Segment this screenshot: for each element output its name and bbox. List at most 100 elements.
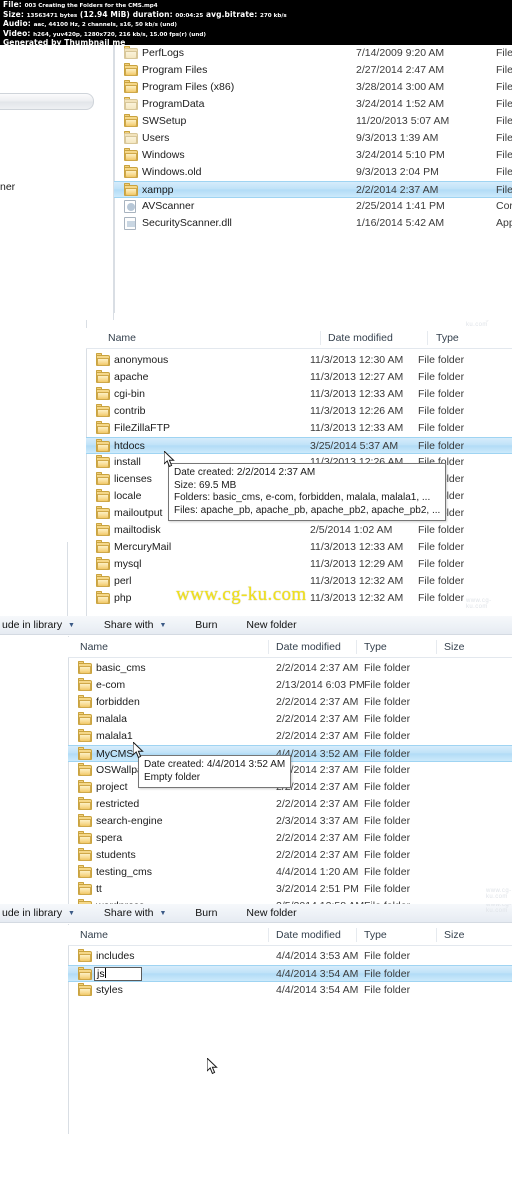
table-row[interactable]: mailtodisk 2/5/2014 1:02 AM File folder bbox=[86, 522, 512, 539]
table-row[interactable]: xampp 2/2/2014 2:37 AM File bbox=[114, 181, 512, 198]
table-row[interactable]: includes 4/4/2014 3:53 AM File folder bbox=[68, 948, 512, 965]
column-divider-1[interactable] bbox=[268, 928, 269, 942]
file-name-cell[interactable]: apache bbox=[114, 371, 148, 383]
file-name-cell[interactable]: includes bbox=[96, 950, 135, 962]
file-name-cell[interactable]: mysql bbox=[114, 558, 141, 570]
table-row[interactable]: students 2/2/2014 2:37 AM File folder bbox=[68, 847, 512, 864]
column-header-size[interactable]: Size bbox=[444, 641, 464, 653]
include-in-library-button[interactable]: ude in library ▼ bbox=[0, 907, 83, 919]
panel2-column-header[interactable]: Name Date modified Type bbox=[86, 328, 512, 349]
table-row[interactable]: tt 3/2/2014 2:51 PM File folder bbox=[68, 881, 512, 898]
file-name-cell[interactable]: Program Files bbox=[142, 64, 207, 76]
column-header-name[interactable]: Name bbox=[108, 332, 136, 344]
table-row[interactable]: testing_cms 4/4/2014 1:20 AM File folder bbox=[68, 864, 512, 881]
file-name-cell[interactable]: tt bbox=[96, 883, 102, 895]
table-row[interactable]: htdocs 3/25/2014 5:37 AM File folder bbox=[86, 437, 512, 454]
burn-button[interactable]: Burn bbox=[177, 619, 225, 631]
table-row[interactable]: forbidden 2/2/2014 2:37 AM File folder bbox=[68, 694, 512, 711]
file-name-cell[interactable]: spera bbox=[96, 832, 122, 844]
rename-input[interactable]: js bbox=[94, 967, 142, 981]
column-divider-3[interactable] bbox=[436, 928, 437, 942]
table-row[interactable]: SWSetup 11/20/2013 5:07 AM File bbox=[114, 113, 512, 130]
column-header-date-modified[interactable]: Date modified bbox=[328, 332, 393, 344]
share-with-button[interactable]: Share with ▼ bbox=[86, 907, 174, 919]
table-row[interactable]: malala 2/2/2014 2:37 AM File folder bbox=[68, 711, 512, 728]
file-name-cell[interactable]: cgi-bin bbox=[114, 388, 145, 400]
column-divider-2[interactable] bbox=[427, 331, 428, 345]
column-header-type[interactable]: Type bbox=[364, 641, 387, 653]
file-name-cell[interactable]: perl bbox=[114, 575, 132, 587]
table-row[interactable]: anonymous 11/3/2013 12:30 AM File folder bbox=[86, 352, 512, 369]
table-row[interactable]: Windows 3/24/2014 5:10 PM File bbox=[114, 147, 512, 164]
file-name-cell[interactable]: basic_cms bbox=[96, 662, 146, 674]
panel4-column-header[interactable]: Name Date modified Type Size bbox=[68, 925, 512, 946]
file-name-cell[interactable]: Program Files (x86) bbox=[142, 81, 234, 93]
file-name-cell[interactable]: contrib bbox=[114, 405, 146, 417]
table-row[interactable]: MercuryMail 11/3/2013 12:33 AM File folder bbox=[86, 539, 512, 556]
file-name-cell[interactable]: mailoutput bbox=[114, 507, 162, 519]
file-name-cell[interactable]: FileZillaFTP bbox=[114, 422, 170, 434]
table-row[interactable]: js 4/4/2014 3:54 AM File folder bbox=[68, 965, 512, 982]
table-row[interactable]: mysql 11/3/2013 12:29 AM File folder bbox=[86, 556, 512, 573]
include-in-library-button[interactable]: ude in library ▼ bbox=[0, 619, 83, 631]
table-row[interactable]: Users 9/3/2013 1:39 AM File bbox=[114, 130, 512, 147]
file-name-cell[interactable]: Windows bbox=[142, 149, 185, 161]
table-row[interactable]: contrib 11/3/2013 12:26 AM File folder bbox=[86, 403, 512, 420]
column-divider-1[interactable] bbox=[320, 331, 321, 345]
table-row[interactable]: Program Files 2/27/2014 2:47 AM File bbox=[114, 62, 512, 79]
file-name-cell[interactable]: xampp bbox=[142, 184, 174, 196]
table-row[interactable]: search-engine 2/3/2014 3:37 AM File folder bbox=[68, 813, 512, 830]
file-name-cell[interactable]: htdocs bbox=[114, 440, 145, 452]
file-name-cell[interactable]: SecurityScanner.dll bbox=[142, 217, 232, 229]
file-name-cell[interactable]: Windows.old bbox=[142, 166, 202, 178]
new-folder-button[interactable]: New folder bbox=[228, 907, 304, 919]
file-name-cell[interactable]: locale bbox=[114, 490, 141, 502]
file-name-cell[interactable]: Users bbox=[142, 132, 169, 144]
table-row[interactable]: cgi-bin 11/3/2013 12:33 AM File folder bbox=[86, 386, 512, 403]
file-name-cell[interactable]: install bbox=[114, 456, 141, 468]
table-row[interactable]: basic_cms 2/2/2014 2:37 AM File folder bbox=[68, 660, 512, 677]
table-row[interactable]: SecurityScanner.dll 1/16/2014 5:42 AM App bbox=[114, 215, 512, 232]
file-name-cell[interactable]: PerfLogs bbox=[142, 47, 184, 59]
file-name-cell[interactable]: malala bbox=[96, 713, 127, 725]
table-row[interactable]: AVScanner 2/25/2014 1:41 PM Cor bbox=[114, 198, 512, 215]
panel4-file-list[interactable]: includes 4/4/2014 3:53 AM File folder js 4/4… bbox=[68, 948, 512, 999]
column-header-name[interactable]: Name bbox=[80, 929, 108, 941]
column-divider-1[interactable] bbox=[268, 640, 269, 654]
file-name-cell[interactable]: students bbox=[96, 849, 136, 861]
table-row[interactable]: spera 2/2/2014 2:37 AM File folder bbox=[68, 830, 512, 847]
new-folder-button[interactable]: New folder bbox=[228, 619, 304, 631]
file-name-cell[interactable]: styles bbox=[96, 984, 123, 996]
table-row[interactable]: Program Files (x86) 3/28/2014 3:00 AM File bbox=[114, 79, 512, 96]
table-row[interactable]: apache 11/3/2013 12:27 AM File folder bbox=[86, 369, 512, 386]
file-name-cell[interactable]: search-engine bbox=[96, 815, 163, 827]
burn-button[interactable]: Burn bbox=[177, 907, 225, 919]
table-row[interactable]: ProgramData 3/24/2014 1:52 AM File bbox=[114, 96, 512, 113]
file-name-cell[interactable]: restricted bbox=[96, 798, 139, 810]
column-divider-2[interactable] bbox=[356, 928, 357, 942]
file-name-cell[interactable]: MyCMS bbox=[96, 748, 133, 760]
column-header-type[interactable]: Type bbox=[364, 929, 387, 941]
panel1-file-list[interactable]: PerfLogs 7/14/2009 9:20 AM File Program Fil… bbox=[114, 45, 512, 232]
file-name-cell[interactable]: forbidden bbox=[96, 696, 140, 708]
navigation-pill-button[interactable] bbox=[0, 93, 94, 110]
file-name-cell[interactable]: AVScanner bbox=[142, 200, 194, 212]
file-name-cell[interactable]: ProgramData bbox=[142, 98, 204, 110]
file-name-cell[interactable]: SWSetup bbox=[142, 115, 186, 127]
file-name-cell[interactable]: MercuryMail bbox=[114, 541, 171, 553]
column-divider-3[interactable] bbox=[436, 640, 437, 654]
file-name-cell[interactable]: php bbox=[114, 592, 132, 604]
column-header-name[interactable]: Name bbox=[80, 641, 108, 653]
column-header-size[interactable]: Size bbox=[444, 929, 464, 941]
table-row[interactable]: Windows.old 9/3/2013 2:04 PM File bbox=[114, 164, 512, 181]
file-name-cell[interactable]: project bbox=[96, 781, 128, 793]
table-row[interactable]: PerfLogs 7/14/2009 9:20 AM File bbox=[114, 45, 512, 62]
file-name-cell[interactable]: malala1 bbox=[96, 730, 133, 742]
file-name-cell[interactable]: testing_cms bbox=[96, 866, 152, 878]
file-name-cell[interactable]: mailtodisk bbox=[114, 524, 161, 536]
panel3-column-header[interactable]: Name Date modified Type Size bbox=[68, 637, 512, 658]
table-row[interactable]: e-com 2/13/2014 6:03 PM File folder bbox=[68, 677, 512, 694]
table-row[interactable]: styles 4/4/2014 3:54 AM File folder bbox=[68, 982, 512, 999]
file-name-cell[interactable]: anonymous bbox=[114, 354, 168, 366]
file-name-cell[interactable]: licenses bbox=[114, 473, 152, 485]
